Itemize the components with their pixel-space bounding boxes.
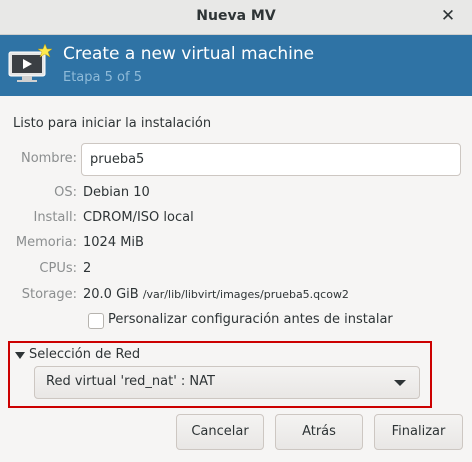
install-value: CDROM/ISO local (83, 210, 194, 225)
cpus-label: CPUs: (39, 261, 77, 276)
storage-size: 20.0 GiB (83, 287, 139, 302)
storage-value: 20.0 GiB /var/lib/libvirt/images/prueba5… (83, 287, 349, 302)
memory-value: 1024 MiB (83, 235, 144, 250)
memory-label: Memoria: (15, 235, 77, 250)
os-value: Debian 10 (83, 185, 150, 200)
os-label: OS: (54, 185, 77, 200)
name-input[interactable] (81, 143, 461, 176)
cpus-value: 2 (83, 261, 92, 276)
name-label: Nombre: (20, 151, 77, 166)
customize-checkbox[interactable] (88, 313, 104, 329)
banner-heading: Create a new virtual machine (63, 44, 315, 64)
expander-triangle-icon[interactable] (15, 352, 25, 359)
step-indicator: Etapa 5 of 5 (63, 70, 142, 85)
customize-checkbox-label[interactable]: Personalizar configuración antes de inst… (108, 312, 393, 327)
ready-text: Listo para iniciar la instalación (13, 116, 212, 131)
window-title: Nueva MV (196, 8, 276, 24)
header-banner: Create a new virtual machine Etapa 5 of … (0, 35, 472, 96)
network-select[interactable]: Red virtual 'red_nat' : NAT (34, 366, 420, 399)
vm-monitor-icon (8, 43, 53, 82)
storage-label: Storage: (21, 287, 77, 302)
finish-button[interactable]: Finalizar (374, 414, 463, 450)
storage-path: /var/lib/libvirt/images/prueba5.qcow2 (142, 288, 349, 301)
dropdown-arrow-icon[interactable] (394, 380, 406, 386)
cancel-button[interactable]: Cancelar (176, 414, 264, 450)
back-button[interactable]: Atrás (275, 414, 363, 450)
network-select-value[interactable]: Red virtual 'red_nat' : NAT (46, 374, 215, 389)
close-icon[interactable]: ✕ (438, 6, 458, 26)
title-bar: Nueva MV ✕ (0, 0, 472, 35)
network-expander-label[interactable]: Selección de Red (29, 347, 140, 362)
install-label: Install: (33, 210, 77, 225)
